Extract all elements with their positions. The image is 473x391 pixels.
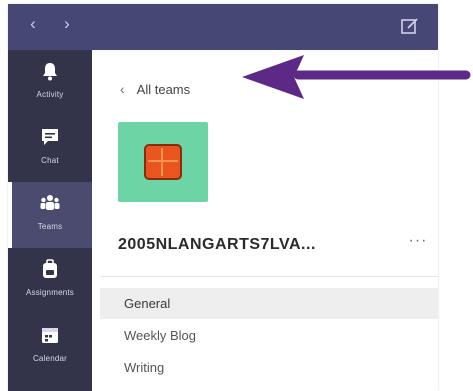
app-bar-item-calendar[interactable]: Calendar (8, 314, 92, 380)
app-bar-item-teams[interactable]: Teams (8, 182, 92, 248)
chat-icon (42, 129, 58, 145)
title-bar: ‹ › (8, 4, 438, 50)
back-arrow-icon[interactable]: ‹ (22, 13, 44, 35)
teams-icon (40, 195, 60, 210)
all-teams-label: All teams (136, 81, 191, 97)
team-logo-icon (144, 144, 182, 180)
annotation-arrow-icon (242, 55, 471, 99)
backpack-icon (43, 259, 57, 278)
calendar-icon (42, 328, 58, 343)
team-avatar[interactable] (118, 122, 208, 202)
app-bar-item-chat[interactable]: Chat (8, 116, 92, 182)
app-bar-label: Assignments (26, 288, 74, 297)
app-bar-item-assignments[interactable]: Assignments (8, 248, 92, 314)
team-name: 2005NLANGARTS7LVA... (118, 236, 316, 253)
app-bar: Activity Chat Teams Assignments Calendar (8, 50, 92, 391)
divider (100, 276, 438, 277)
channel-general[interactable]: General (100, 288, 438, 319)
app-bar-label: Teams (37, 222, 63, 231)
forward-arrow-icon[interactable]: › (56, 13, 78, 35)
compose-icon[interactable] (400, 16, 420, 36)
more-options-button[interactable]: ··· (405, 230, 431, 252)
app-bar-label: Chat (41, 156, 59, 165)
chevron-left-icon: ‹ (120, 81, 125, 97)
app-bar-item-activity[interactable]: Activity (8, 50, 92, 116)
app-bar-label: Activity (36, 90, 64, 99)
channel-writing[interactable]: Writing (100, 352, 438, 383)
bell-icon (43, 63, 57, 81)
channel-weekly-blog[interactable]: Weekly Blog (100, 320, 438, 351)
app-bar-label: Calendar (32, 354, 68, 363)
all-teams-link[interactable]: ‹ All teams (120, 78, 190, 100)
